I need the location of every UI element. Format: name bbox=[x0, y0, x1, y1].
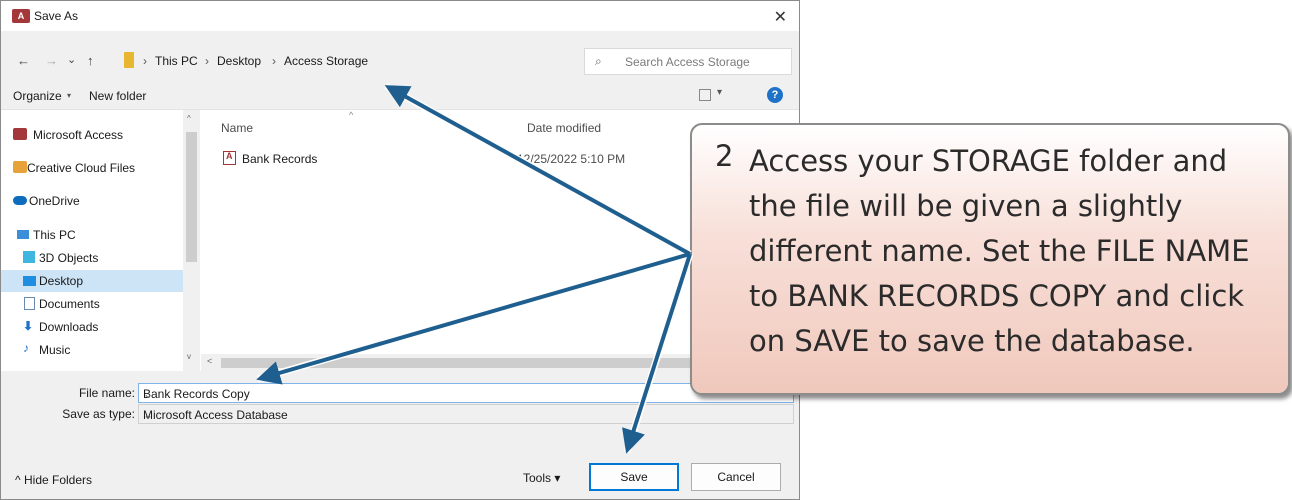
chevron-down-icon: ▾ bbox=[554, 471, 561, 485]
access-icon bbox=[13, 128, 27, 140]
hide-folders-label: Hide Folders bbox=[23, 473, 93, 487]
breadcrumb-this-pc[interactable]: This PC bbox=[155, 54, 198, 68]
folder-icon bbox=[124, 52, 134, 68]
scroll-thumb[interactable] bbox=[221, 358, 691, 368]
sidebar-item-onedrive[interactable]: OneDrive bbox=[1, 190, 183, 212]
column-header-name[interactable]: Name bbox=[221, 121, 253, 135]
cancel-button[interactable]: Cancel bbox=[691, 463, 781, 491]
sidebar-item-music[interactable]: ♪ Music bbox=[1, 339, 183, 361]
save-type-row: Save as type: Microsoft Access Database … bbox=[1, 404, 799, 424]
sort-ascending-icon: ^ bbox=[349, 110, 354, 120]
column-header-date[interactable]: Date modified bbox=[527, 121, 601, 135]
browser-pane: Microsoft Access Creative Cloud Files On… bbox=[1, 109, 799, 372]
sidebar-item-creative-cloud-files[interactable]: Creative Cloud Files bbox=[1, 157, 183, 179]
hide-folders-button[interactable]: ^ Hide Folders bbox=[15, 473, 92, 487]
desktop-icon bbox=[23, 276, 36, 286]
scroll-thumb[interactable] bbox=[186, 132, 197, 262]
forward-arrow-icon[interactable]: → bbox=[45, 53, 58, 68]
sidebar-item-label: Desktop bbox=[39, 274, 84, 288]
sidebar-item-label: Microsoft Access bbox=[33, 128, 124, 142]
documents-icon bbox=[24, 297, 35, 310]
save-as-dialog: A Save As ✕ ← → ⌄ ↑ › This PC › Desktop … bbox=[0, 0, 800, 500]
chevron-down-icon[interactable]: ▾ bbox=[717, 87, 722, 98]
instruction-callout: 2 Access your STORAGE folder and the fil… bbox=[690, 123, 1290, 395]
creative-cloud-icon bbox=[13, 161, 27, 173]
breadcrumb-separator-icon: › bbox=[205, 54, 209, 68]
breadcrumb-desktop[interactable]: Desktop bbox=[217, 54, 261, 68]
recent-locations-icon[interactable]: ⌄ bbox=[67, 53, 76, 66]
tools-button[interactable]: Tools ▾ bbox=[523, 471, 560, 485]
save-button[interactable]: Save bbox=[589, 463, 679, 491]
organize-button[interactable]: Organize bbox=[13, 89, 62, 103]
sidebar-item-label: 3D Objects bbox=[39, 251, 99, 265]
sidebar-item-label: Documents bbox=[39, 297, 100, 311]
file-name: Bank Records bbox=[242, 152, 318, 166]
breadcrumb-separator-icon: › bbox=[272, 54, 276, 68]
downloads-icon: ⬇ bbox=[23, 319, 34, 333]
sidebar-item-label: Downloads bbox=[39, 320, 99, 334]
search-placeholder: Search Access Storage bbox=[625, 55, 750, 69]
search-box[interactable]: ⌕ Search Access Storage bbox=[584, 48, 792, 75]
close-icon[interactable]: ✕ bbox=[774, 7, 787, 27]
tools-label: Tools bbox=[523, 471, 552, 485]
breadcrumb-separator-icon: › bbox=[143, 54, 147, 68]
sidebar-item-3d-objects[interactable]: 3D Objects bbox=[1, 247, 183, 269]
sidebar-item-label: This PC bbox=[33, 228, 76, 242]
access-app-icon: A bbox=[12, 9, 30, 23]
command-bar: Organize ▾ New folder ▾ ? bbox=[1, 83, 799, 109]
help-icon[interactable]: ? bbox=[767, 87, 783, 103]
this-pc-icon bbox=[17, 230, 29, 239]
up-arrow-icon[interactable]: ↑ bbox=[87, 53, 94, 68]
title-bar: A Save As ✕ bbox=[1, 1, 799, 31]
window-title: Save As bbox=[34, 9, 79, 23]
file-name-label: File name: bbox=[78, 386, 135, 400]
callout-background: 2 Access your STORAGE folder and the fil… bbox=[692, 125, 1288, 393]
sidebar-item-microsoft-access[interactable]: Microsoft Access bbox=[1, 124, 183, 146]
sidebar-item-label: Creative Cloud Files bbox=[27, 161, 136, 175]
navigation-pane: Microsoft Access Creative Cloud Files On… bbox=[1, 110, 201, 372]
address-bar[interactable]: › This PC › Desktop › Access Storage ⌄ ↻ bbox=[119, 45, 682, 77]
navigation-bar: ← → ⌄ ↑ › This PC › Desktop › Access Sto… bbox=[1, 45, 799, 77]
sidebar-item-label: Music bbox=[39, 343, 71, 357]
access-file-icon bbox=[223, 151, 236, 165]
sidebar-item-label: OneDrive bbox=[29, 194, 80, 208]
back-arrow-icon[interactable]: ← bbox=[17, 53, 30, 68]
music-icon: ♪ bbox=[23, 341, 29, 355]
step-number: 2 bbox=[715, 139, 734, 173]
sidebar-item-downloads[interactable]: ⬇ Downloads bbox=[1, 316, 183, 338]
scroll-down-icon[interactable]: v bbox=[187, 352, 191, 361]
onedrive-icon bbox=[13, 196, 27, 205]
scroll-up-icon[interactable]: ^ bbox=[187, 114, 191, 123]
chevron-down-icon: ▾ bbox=[67, 91, 72, 100]
sidebar-item-this-pc[interactable]: This PC bbox=[1, 224, 183, 246]
callout-text: Access your STORAGE folder and the file … bbox=[749, 144, 1250, 358]
sidebar-scrollbar[interactable]: ^ v bbox=[183, 110, 200, 372]
3d-objects-icon bbox=[23, 251, 35, 263]
file-date: 12/25/2022 5:10 PM bbox=[517, 152, 626, 166]
scroll-left-icon[interactable]: < bbox=[207, 356, 212, 366]
new-folder-button[interactable]: New folder bbox=[89, 89, 146, 103]
dialog-footer: ^ Hide Folders Tools ▾ Save Cancel bbox=[1, 459, 799, 499]
chevron-up-icon: ^ bbox=[15, 473, 21, 487]
search-icon: ⌕ bbox=[595, 54, 602, 68]
file-name-row: File name: Bank Records Copy ⌄ bbox=[1, 383, 799, 403]
breadcrumb-access-storage[interactable]: Access Storage bbox=[284, 54, 368, 68]
chevron-down-icon[interactable]: ⌄ bbox=[143, 408, 789, 422]
save-type-label: Save as type: bbox=[62, 407, 135, 421]
sidebar-item-documents[interactable]: Documents bbox=[1, 293, 183, 315]
sidebar-item-desktop[interactable]: Desktop bbox=[1, 270, 183, 292]
view-options-icon[interactable] bbox=[699, 89, 711, 101]
save-type-select[interactable]: Microsoft Access Database ⌄ bbox=[138, 404, 794, 424]
